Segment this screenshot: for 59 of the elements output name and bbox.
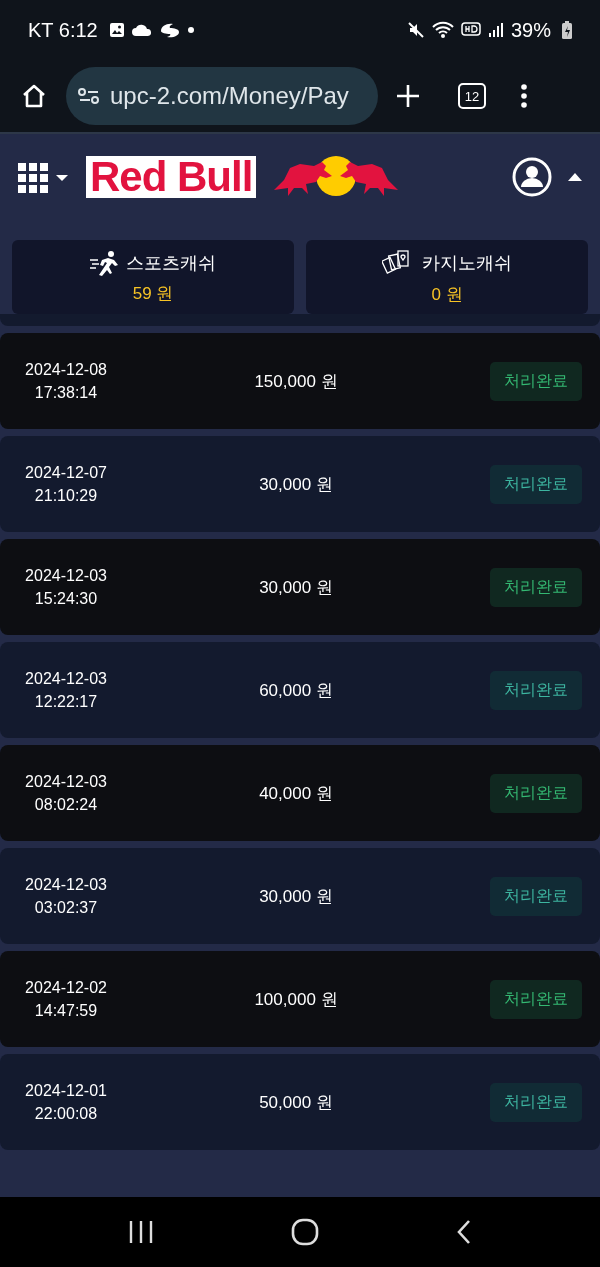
status-badge: 처리완료 <box>490 876 582 916</box>
row-amount: 30,000 원 <box>258 473 334 496</box>
wallet-label: 스포츠캐쉬 <box>126 251 216 275</box>
gallery-icon <box>108 22 125 38</box>
status-badge: 처리완료 <box>490 464 582 504</box>
tab-count-button[interactable]: 12 <box>458 83 486 109</box>
status-badge: 처리완료 <box>490 361 582 401</box>
home-button-icon[interactable] <box>291 1218 319 1246</box>
row-amount: 40,000 원 <box>258 782 334 805</box>
row-time: 22:00:08 <box>34 1104 98 1123</box>
address-bar[interactable]: upc-2.com/Money/Pay <box>66 67 378 125</box>
row-date: 2024-12-03 <box>25 566 107 585</box>
row-date: 2024-12-01 <box>25 1081 107 1100</box>
battery-icon <box>562 21 572 39</box>
wifi-icon <box>431 21 454 39</box>
status-badge: 처리완료 <box>490 567 582 607</box>
wallet-label: 카지노캐쉬 <box>422 251 512 275</box>
row-date: 2024-12-07 <box>25 463 107 482</box>
status-badge: 처리완료 <box>490 773 582 813</box>
cloud-icon <box>131 23 152 37</box>
battery-percent: 39% <box>510 18 551 42</box>
row-time: 08:02:24 <box>34 795 98 814</box>
grid-menu-icon[interactable] <box>18 161 70 193</box>
wallet-amount: 0 원 <box>431 283 463 306</box>
mute-icon <box>406 21 425 39</box>
row-amount: 50,000 원 <box>258 1091 334 1114</box>
hd-icon <box>460 22 481 38</box>
status-time: KT 6:12 <box>28 18 98 42</box>
row-time: 21:10:29 <box>34 486 98 505</box>
row-date: 2024-12-03 <box>25 669 107 688</box>
runner-icon <box>90 249 118 276</box>
status-badge: 처리완료 <box>490 1082 582 1122</box>
back-icon[interactable] <box>455 1219 472 1245</box>
row-time: 03:02:37 <box>34 898 98 917</box>
recent-apps-icon[interactable] <box>128 1220 155 1244</box>
row-date: 2024-12-02 <box>25 978 107 997</box>
row-time: 12:22:17 <box>34 692 98 711</box>
row-amount: 60,000 원 <box>258 679 334 702</box>
row-date: 2024-12-08 <box>25 360 107 379</box>
wallet-amount: 59 원 <box>132 282 174 305</box>
signal-icon <box>487 22 504 38</box>
user-avatar-icon[interactable] <box>512 157 552 197</box>
row-date: 2024-12-03 <box>25 772 107 791</box>
row-amount: 150,000 원 <box>253 370 339 393</box>
row-amount: 30,000 원 <box>258 576 334 599</box>
row-date: 2024-12-03 <box>25 875 107 894</box>
row-time: 15:24:30 <box>34 589 98 608</box>
row-amount: 100,000 원 <box>253 988 339 1011</box>
site-settings-icon[interactable] <box>78 87 100 105</box>
row-amount: 30,000 원 <box>258 885 334 908</box>
status-badge: 처리완료 <box>490 670 582 710</box>
logo-text[interactable]: Red Bull <box>86 156 257 198</box>
dot-icon <box>187 27 194 33</box>
status-badge: 처리완료 <box>490 979 582 1019</box>
caret-icon[interactable] <box>568 173 582 181</box>
new-tab-icon[interactable] <box>396 84 420 108</box>
row-time: 17:38:14 <box>34 383 98 402</box>
row-time: 14:47:59 <box>34 1001 98 1020</box>
menu-icon[interactable] <box>520 84 528 108</box>
